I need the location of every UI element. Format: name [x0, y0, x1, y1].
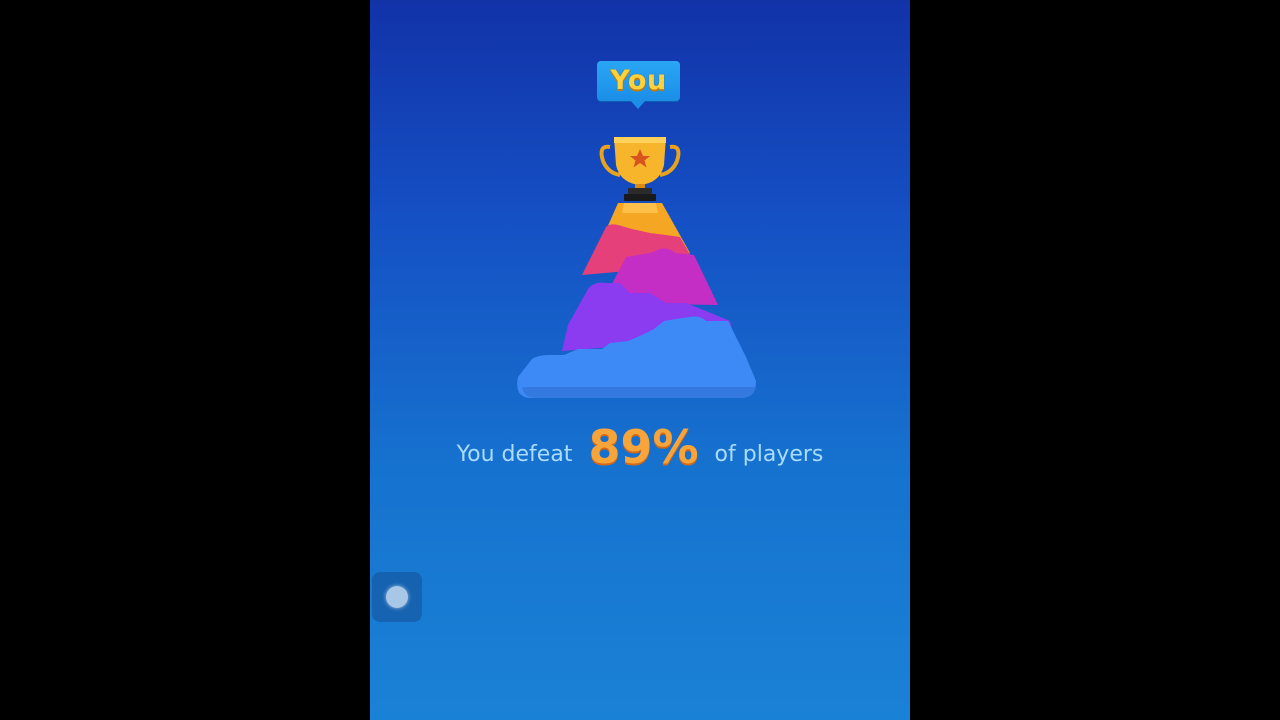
trophy-icon [599, 137, 681, 201]
you-badge-label: You [610, 65, 667, 96]
result-suffix-text: of players [714, 441, 824, 467]
result-prefix-text: You defeat [456, 441, 573, 467]
game-screen: You You defeat 89% of players [370, 0, 910, 720]
result-line: You defeat 89% of players [370, 420, 910, 490]
ranking-pyramid [517, 137, 756, 398]
assist-dot-icon [386, 586, 408, 608]
letterbox-left [0, 0, 370, 720]
floating-assist-button[interactable] [372, 572, 422, 622]
pyramid-layers [517, 203, 756, 398]
result-percent-value: 89% [588, 420, 699, 474]
you-badge-pointer [630, 100, 646, 109]
letterbox-right [910, 0, 1280, 720]
you-badge: You [597, 61, 680, 101]
